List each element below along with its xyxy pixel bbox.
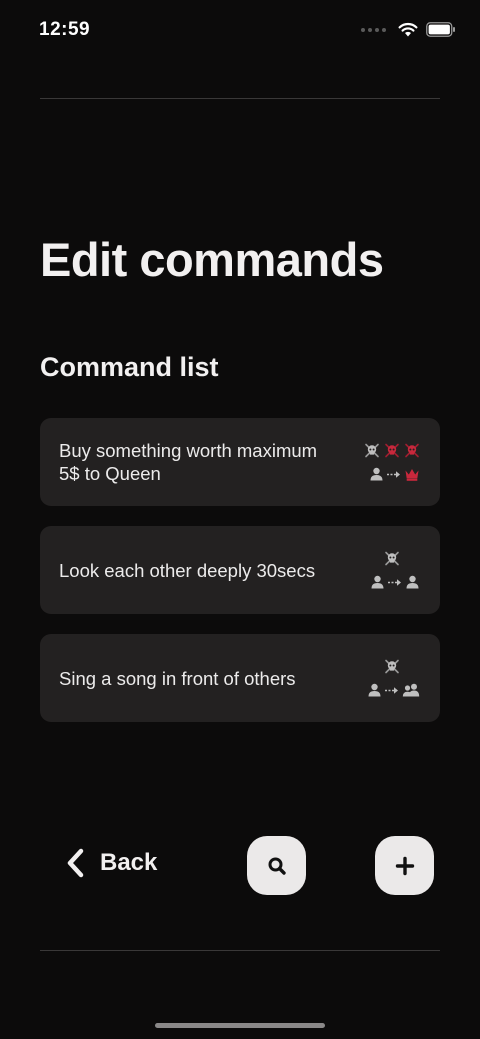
difficulty-rating: [364, 551, 420, 567]
status-bar: 12:59: [0, 0, 480, 60]
search-button[interactable]: [247, 836, 306, 895]
skull-icon: [404, 443, 420, 459]
difficulty-rating: [364, 443, 420, 459]
person-icon: [370, 575, 385, 590]
bottom-toolbar: Back: [0, 836, 480, 896]
skull-icon: [384, 659, 400, 675]
section-title: Command list: [40, 352, 219, 382]
skull-icon: [364, 443, 380, 459]
status-time: 12:59: [39, 19, 91, 40]
top-divider: [40, 98, 440, 99]
person-icon: [405, 575, 420, 590]
command-list: Buy something worth maximum 5$ to Queen …: [40, 418, 440, 742]
command-text: Sing a song in front of others: [59, 667, 296, 689]
person-icon: [369, 467, 384, 482]
difficulty-rating: [364, 659, 420, 675]
back-label: Back: [100, 849, 158, 876]
status-indicators: [361, 22, 456, 37]
command-text: Look each other deeply 30secs: [59, 559, 316, 581]
skull-icon: [384, 551, 400, 567]
skull-icon: [384, 443, 400, 459]
target-flow: [369, 467, 420, 482]
page-title: Edit commands: [40, 233, 384, 286]
crown-icon: [404, 467, 420, 482]
command-card[interactable]: Buy something worth maximum 5$ to Queen: [40, 418, 440, 506]
chevron-left-icon: [66, 848, 86, 878]
group-icon: [402, 683, 420, 698]
target-flow: [367, 683, 420, 698]
command-card[interactable]: Look each other deeply 30secs: [40, 526, 440, 614]
command-card[interactable]: Sing a song in front of others: [40, 634, 440, 722]
command-meta: [360, 551, 420, 590]
cellular-signal-icon: [361, 27, 386, 32]
screen: 12:59 Edit commands Command list Buy som…: [0, 0, 480, 1039]
target-flow: [370, 575, 420, 590]
back-button[interactable]: Back: [66, 848, 157, 878]
arrow-right-icon: [387, 577, 403, 587]
wifi-icon: [398, 22, 418, 37]
plus-icon: [395, 856, 415, 876]
arrow-right-icon: [384, 685, 400, 695]
add-button[interactable]: [375, 836, 434, 895]
bottom-divider: [40, 950, 440, 951]
command-meta: [360, 659, 420, 698]
arrow-right-icon: [386, 469, 402, 479]
command-meta: [360, 443, 420, 482]
battery-icon: [426, 22, 456, 37]
search-icon: [267, 856, 287, 876]
person-icon: [367, 683, 382, 698]
home-indicator[interactable]: [155, 1023, 325, 1028]
command-text: Buy something worth maximum 5$ to Queen: [59, 440, 318, 484]
